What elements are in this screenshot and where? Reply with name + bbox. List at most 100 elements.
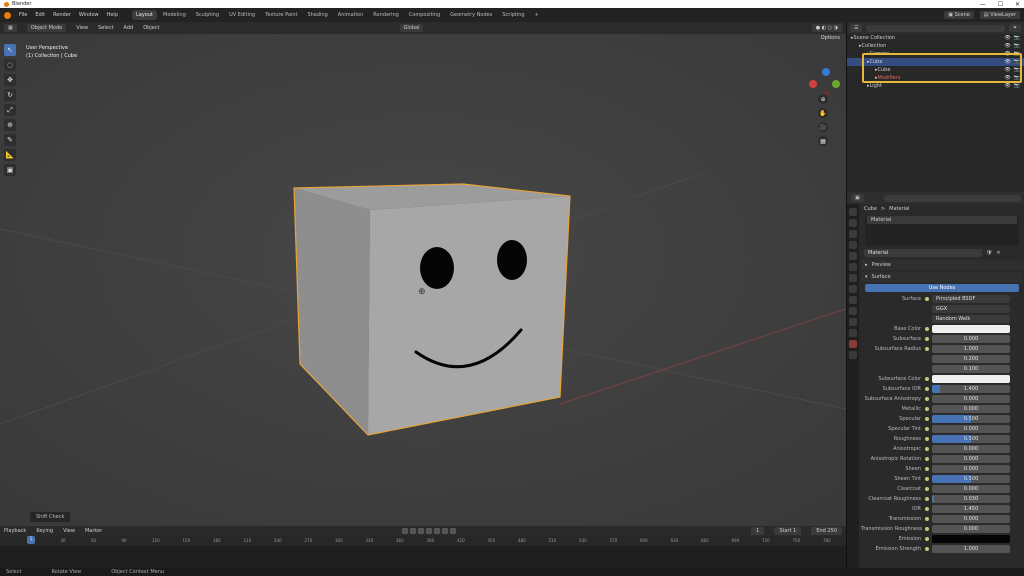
- socket-icon[interactable]: [925, 407, 929, 411]
- shader-input-field[interactable]: 0.000: [932, 395, 1010, 403]
- socket-icon[interactable]: [925, 327, 929, 331]
- play-reverse-button[interactable]: [426, 528, 433, 534]
- properties-tab-icon[interactable]: [849, 241, 857, 249]
- properties-tab-icon[interactable]: [849, 351, 857, 359]
- timeline-menu-keying[interactable]: Keying: [36, 528, 53, 534]
- tool-button[interactable]: ▣: [4, 164, 16, 176]
- end-frame-field[interactable]: End 250: [811, 527, 842, 535]
- tool-button[interactable]: ↻: [4, 89, 16, 101]
- 3d-viewport[interactable]: ⊕ ▦ Object Mode View Select Add Object G…: [0, 22, 846, 526]
- socket-icon[interactable]: [925, 427, 929, 431]
- shader-input-field[interactable]: 0.000: [932, 485, 1010, 493]
- render-camera-icon[interactable]: 📷: [1014, 67, 1020, 73]
- close-button[interactable]: ✕: [1015, 1, 1020, 8]
- properties-tab-icon[interactable]: [849, 307, 857, 315]
- scene-selector[interactable]: ▣ Scene: [944, 11, 974, 19]
- shader-input-field[interactable]: 1.400: [932, 385, 1010, 393]
- shader-input-field[interactable]: [932, 375, 1010, 383]
- render-camera-icon[interactable]: 📷: [1014, 83, 1020, 89]
- socket-icon[interactable]: [925, 527, 929, 531]
- tool-button[interactable]: ◌: [4, 59, 16, 71]
- socket-icon[interactable]: [925, 377, 929, 381]
- timeline-ruler[interactable]: 1 0 30 60 90 120 150 180 210 240 270 300 330 360 390 4…: [0, 536, 846, 546]
- eye-icon[interactable]: 👁: [1004, 35, 1010, 41]
- menu-render[interactable]: Render: [53, 12, 71, 18]
- material-tab-icon[interactable]: [849, 340, 857, 348]
- socket-icon[interactable]: [925, 347, 929, 351]
- outliner-editor-type-button[interactable]: ☰: [850, 24, 863, 32]
- outliner-search-input[interactable]: [866, 24, 1005, 32]
- properties-tab-icon[interactable]: [849, 318, 857, 326]
- shader-input-field[interactable]: 0.500: [932, 415, 1010, 423]
- properties-tab-icon[interactable]: [849, 263, 857, 271]
- properties-tab-icon[interactable]: [849, 219, 857, 227]
- jump-end-button[interactable]: [450, 528, 457, 534]
- socket-icon[interactable]: [925, 497, 929, 501]
- navigation-button[interactable]: ▦: [818, 136, 828, 146]
- outliner-editor[interactable]: ☰ ⏷ ▸ Scene Collection 👁 📷 ▸ Collection 👁 📷 ▸ …: [846, 22, 1024, 192]
- timeline-menu-playback[interactable]: Playback: [4, 528, 26, 534]
- viewport-menu-view[interactable]: View: [76, 25, 88, 31]
- shader-input-field[interactable]: 0.000: [932, 445, 1010, 453]
- properties-tab-icon[interactable]: [849, 329, 857, 337]
- view-layer-selector[interactable]: ▤ ViewLayer: [979, 11, 1020, 19]
- shader-input-field[interactable]: 1.000: [932, 345, 1010, 353]
- properties-tab-icon[interactable]: [849, 285, 857, 293]
- material-slot-list[interactable]: Material: [865, 216, 1019, 246]
- material-slot-item[interactable]: Material: [867, 216, 1017, 224]
- jump-start-button[interactable]: [410, 528, 417, 534]
- start-frame-field[interactable]: Start 1: [774, 527, 802, 535]
- eye-icon[interactable]: 👁: [1004, 59, 1010, 65]
- material-name-field[interactable]: Material: [864, 249, 982, 257]
- socket-icon[interactable]: [925, 337, 929, 341]
- navigation-button[interactable]: 🎥: [818, 122, 828, 132]
- render-camera-icon[interactable]: 📷: [1014, 35, 1020, 41]
- socket-icon[interactable]: [925, 457, 929, 461]
- play-button[interactable]: [434, 528, 441, 534]
- workspace-tab[interactable]: Compositing: [405, 10, 444, 20]
- blender-logo-icon[interactable]: [4, 11, 11, 19]
- workspace-tab[interactable]: Geometry Nodes: [446, 10, 496, 20]
- properties-tab-icon[interactable]: [849, 274, 857, 282]
- preview-panel-header[interactable]: ▸ Preview: [861, 260, 1023, 270]
- eye-icon[interactable]: 👁: [1004, 67, 1010, 73]
- socket-icon[interactable]: [925, 397, 929, 401]
- transform-orientation-selector[interactable]: Global: [399, 24, 424, 32]
- shader-input-field[interactable]: 0.500: [932, 475, 1010, 483]
- viewport-menu-select[interactable]: Select: [98, 25, 113, 31]
- socket-icon[interactable]: [925, 507, 929, 511]
- outliner-row[interactable]: ▸ Scene Collection 👁 📷: [847, 34, 1024, 42]
- editor-type-button[interactable]: ▦: [4, 24, 17, 32]
- shader-input-field[interactable]: 0.100: [932, 365, 1010, 373]
- socket-icon[interactable]: [925, 477, 929, 481]
- shader-input-field[interactable]: 0.000: [932, 465, 1010, 473]
- distribution-selector[interactable]: GGX: [932, 305, 1010, 313]
- socket-icon[interactable]: [925, 387, 929, 391]
- menu-window[interactable]: Window: [79, 12, 99, 18]
- shader-input-field[interactable]: 0.000: [932, 525, 1010, 533]
- eye-icon[interactable]: 👁: [1004, 75, 1010, 81]
- options-button[interactable]: Options: [821, 35, 840, 41]
- tool-button[interactable]: ↖: [4, 44, 16, 56]
- eye-icon[interactable]: 👁: [1004, 83, 1010, 89]
- socket-icon[interactable]: [925, 447, 929, 451]
- shader-input-field[interactable]: [932, 535, 1010, 543]
- workspace-tab[interactable]: Shading: [303, 10, 331, 20]
- record-button[interactable]: [402, 528, 409, 534]
- menu-edit[interactable]: Edit: [35, 12, 45, 18]
- outliner-row[interactable]: ▸ Modifiers 👁 📷: [847, 74, 1024, 82]
- workspace-tab[interactable]: Scripting: [498, 10, 528, 20]
- tool-button[interactable]: ✎: [4, 134, 16, 146]
- subsurface-method-selector[interactable]: Random Walk: [932, 315, 1010, 323]
- next-keyframe-button[interactable]: [442, 528, 449, 534]
- properties-tab-icon[interactable]: [849, 296, 857, 304]
- outliner-row[interactable]: ▸ Cube 👁 📷: [847, 58, 1024, 66]
- socket-icon[interactable]: [925, 467, 929, 471]
- workspace-tab[interactable]: UV Editing: [225, 10, 259, 20]
- menu-file[interactable]: File: [19, 12, 27, 18]
- timeline-track-area[interactable]: [0, 546, 846, 568]
- eye-icon[interactable]: 👁: [1004, 43, 1010, 49]
- socket-icon[interactable]: [925, 417, 929, 421]
- workspace-tab[interactable]: +: [531, 10, 543, 20]
- 3d-cursor-icon[interactable]: ⊕: [418, 287, 426, 297]
